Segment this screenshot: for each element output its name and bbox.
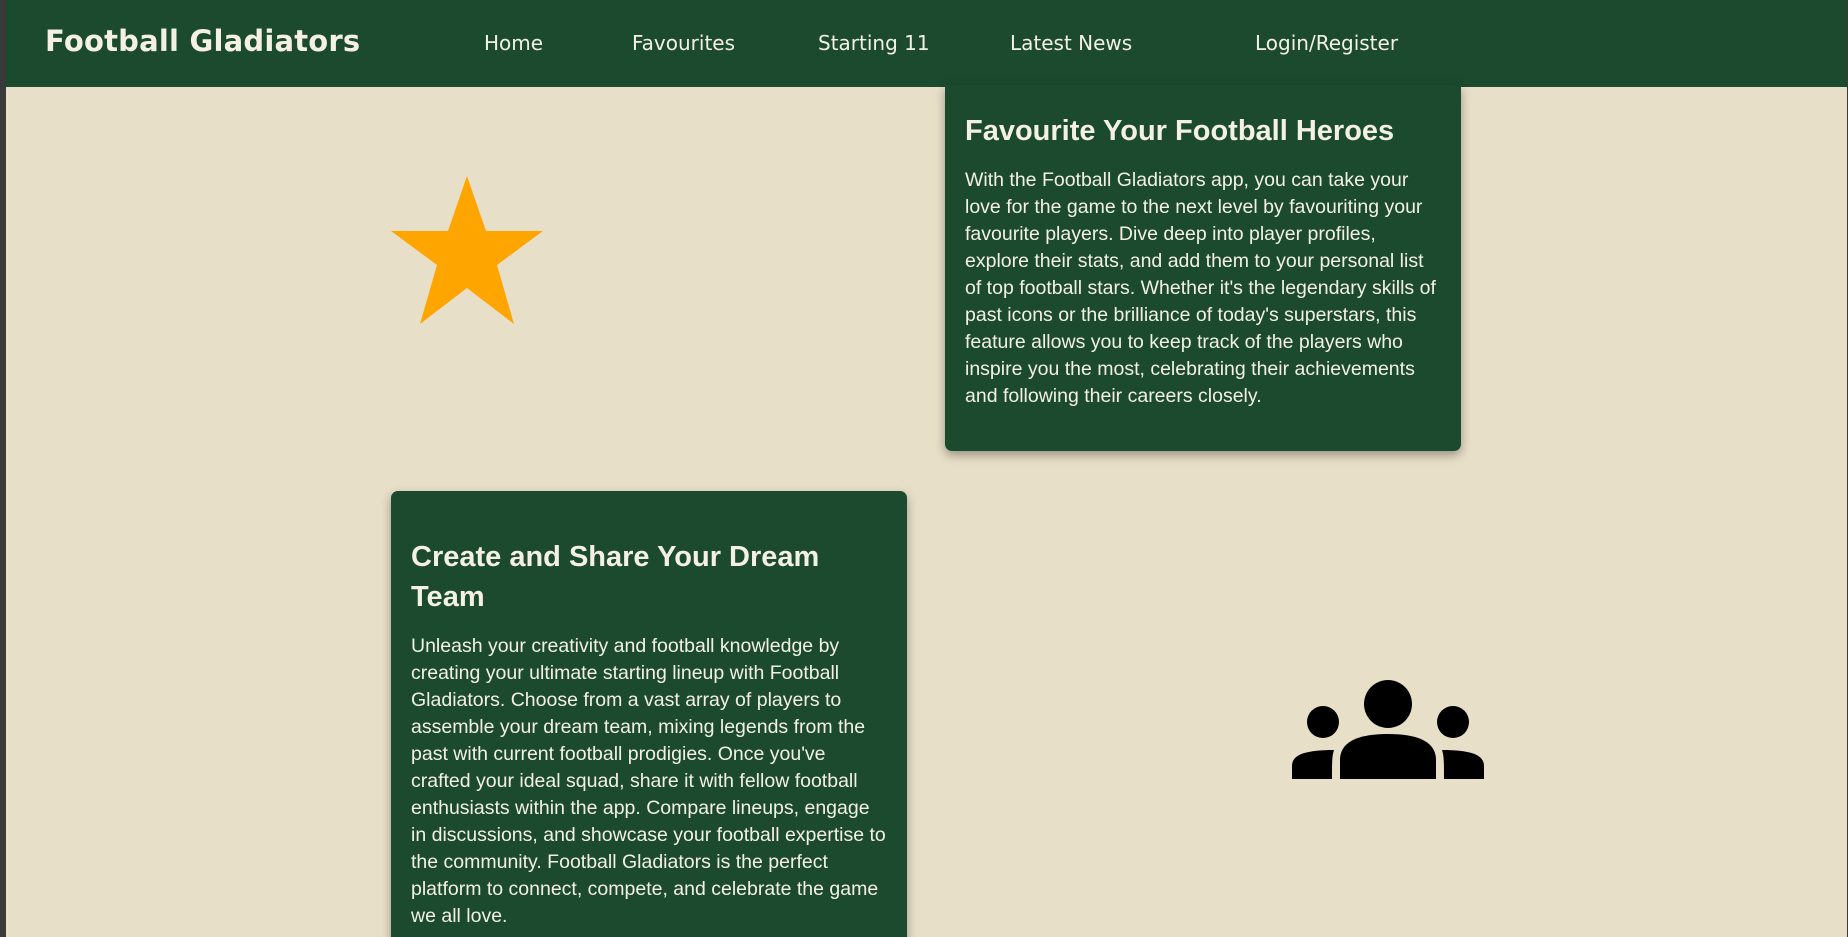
navbar: Football Gladiators Home Favourites Star… bbox=[6, 0, 1847, 87]
feature-body-favourites: With the Football Gladiators app, you ca… bbox=[965, 169, 1436, 407]
feature-card-dream-team: Create and Share Your Dream Team Unleash… bbox=[391, 491, 907, 937]
star-icon bbox=[387, 176, 547, 328]
nav-favourites[interactable]: Favourites bbox=[632, 31, 735, 55]
feature-title-dream-team: Create and Share Your Dream Team bbox=[411, 541, 820, 613]
nav-login-register[interactable]: Login/Register bbox=[1255, 31, 1398, 55]
nav-latest-news[interactable]: Latest News bbox=[1010, 31, 1132, 55]
feature-body-dream-team: Unleash your creativity and football kno… bbox=[411, 635, 886, 927]
nav-home[interactable]: Home bbox=[484, 31, 543, 55]
feature-title-favourites: Favourite Your Football Heroes bbox=[965, 115, 1395, 147]
group-icon bbox=[1292, 680, 1484, 780]
page: Football Gladiators Home Favourites Star… bbox=[6, 0, 1847, 937]
nav-starting-11[interactable]: Starting 11 bbox=[818, 31, 930, 55]
feature-card-favourites: Favourite Your Football Heroes With the … bbox=[945, 85, 1461, 451]
brand-logo[interactable]: Football Gladiators bbox=[45, 24, 360, 58]
